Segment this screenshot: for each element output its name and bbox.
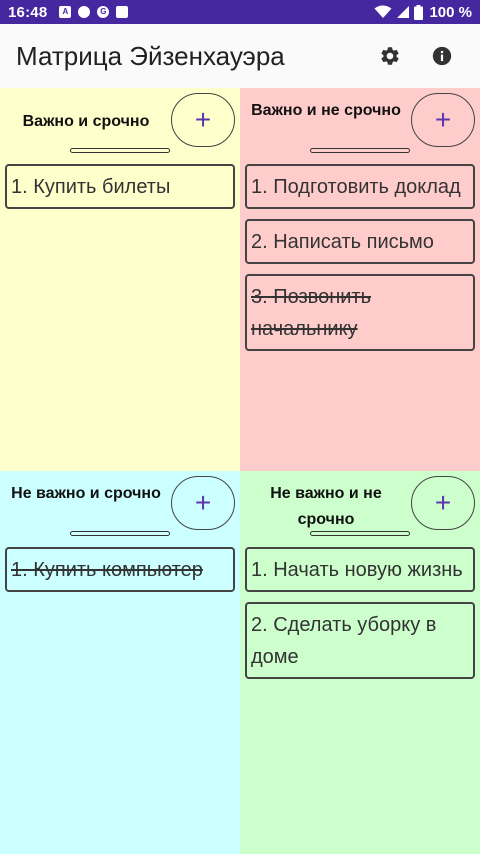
quadrant-not-important-urgent: Не важно и срочно + 1. Купить компьютер <box>0 471 240 854</box>
add-task-button[interactable]: + <box>171 93 235 147</box>
info-button[interactable] <box>420 34 464 78</box>
task-list: 1. Начать новую жизнь 2. Сделать уборку … <box>245 547 475 689</box>
quadrant-header: Не важно и не срочно + <box>240 471 480 543</box>
status-right: 100 % <box>374 4 472 21</box>
task-item[interactable]: 1. Подготовить доклад <box>245 164 475 209</box>
quadrant-title: Не важно и не срочно <box>270 485 382 528</box>
task-item[interactable]: 1. Купить билеты <box>5 164 235 209</box>
eisenhower-matrix: Важно и срочно + 1. Купить билеты Важно … <box>0 88 480 854</box>
quadrant-title: Важно и срочно <box>22 113 150 130</box>
quadrant-header: Не важно и срочно + <box>0 471 240 543</box>
task-item[interactable]: 3. Позвонить начальнику <box>245 274 475 351</box>
info-icon <box>432 46 452 66</box>
notification-icons: A G <box>59 6 129 18</box>
add-task-button[interactable]: + <box>411 476 475 530</box>
quadrant-divider <box>310 148 410 153</box>
task-item[interactable]: 2. Написать письмо <box>245 219 475 264</box>
battery-percent: 100 % <box>429 3 472 21</box>
settings-button[interactable] <box>368 34 412 78</box>
quadrant-important-not-urgent: Важно и не срочно + 1. Подготовить докла… <box>240 88 480 471</box>
quadrant-divider <box>70 531 170 536</box>
app-title: Матрица Эйзенхауэра <box>16 40 285 71</box>
quadrant-title: Важно и не срочно <box>251 102 401 119</box>
sd-card-icon <box>116 6 129 18</box>
task-list: 1. Купить компьютер <box>5 547 235 602</box>
quadrant-header: Важно и не срочно + <box>240 88 480 160</box>
chat-icon <box>78 6 91 18</box>
quadrant-important-urgent: Важно и срочно + 1. Купить билеты <box>0 88 240 471</box>
add-task-button[interactable]: + <box>171 476 235 530</box>
task-item[interactable]: 1. Начать новую жизнь <box>245 547 475 592</box>
quadrant-title: Не важно и срочно <box>11 485 161 502</box>
signal-icon <box>397 6 410 18</box>
battery-icon <box>414 4 424 20</box>
task-item[interactable]: 1. Купить компьютер <box>5 547 235 592</box>
quadrant-divider <box>310 531 410 536</box>
task-list: 1. Купить билеты <box>5 164 235 219</box>
status-time: 16:48 <box>8 3 48 21</box>
add-task-button[interactable]: + <box>411 93 475 147</box>
g-icon: G <box>97 6 110 18</box>
app-bar-actions <box>360 34 464 78</box>
a-icon: A <box>59 6 72 18</box>
quadrant-header: Важно и срочно + <box>0 88 240 160</box>
app-bar: Матрица Эйзенхауэра <box>0 24 480 88</box>
quadrant-not-important-not-urgent: Не важно и не срочно + 1. Начать новую ж… <box>240 471 480 854</box>
task-list: 1. Подготовить доклад 2. Написать письмо… <box>245 164 475 361</box>
task-item[interactable]: 2. Сделать уборку в доме <box>245 602 475 679</box>
quadrant-divider <box>70 148 170 153</box>
wifi-icon <box>374 5 392 18</box>
status-bar: 16:48 A G 100 % <box>0 0 480 24</box>
settings-icon <box>381 47 399 65</box>
